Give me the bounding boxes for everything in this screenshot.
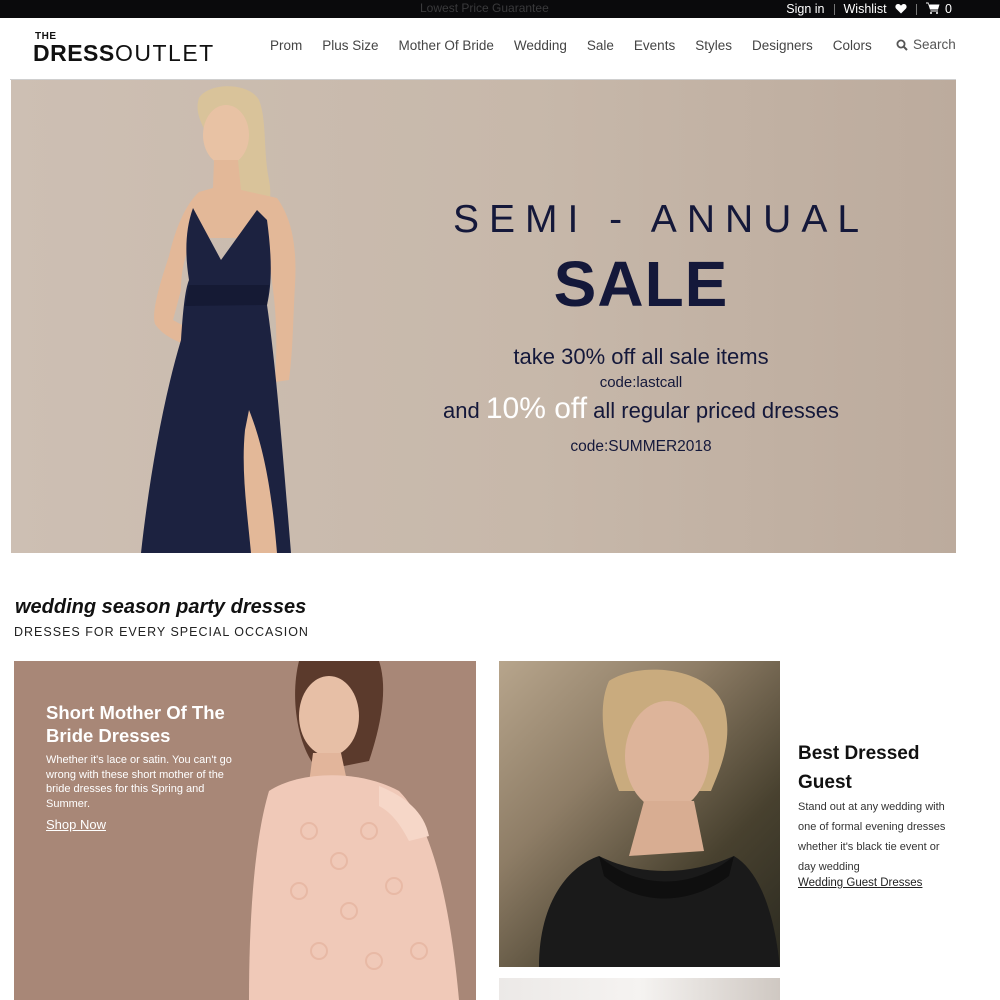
- wishlist-link[interactable]: Wishlist: [844, 2, 908, 16]
- search-button[interactable]: Search: [896, 37, 956, 52]
- hero-offer-2-post: all regular priced dresses: [587, 398, 839, 423]
- wishlist-label: Wishlist: [843, 2, 887, 16]
- logo-dress: DRESS: [33, 40, 115, 66]
- card1-shop-now-link[interactable]: Shop Now: [46, 817, 106, 832]
- top-bar: Lowest Price Guarantee Sign in Wishlist …: [0, 0, 1000, 18]
- nav-item-designers[interactable]: Designers: [752, 38, 813, 53]
- card1-title: Short Mother Of The Bride Dresses: [46, 702, 225, 746]
- nav-item-wedding[interactable]: Wedding: [514, 38, 567, 53]
- card2-wedding-guest-link[interactable]: Wedding Guest Dresses: [798, 877, 922, 889]
- main-nav: Prom Plus Size Mother Of Bride Wedding S…: [260, 38, 882, 53]
- nav-item-mother-of-bride[interactable]: Mother Of Bride: [399, 38, 494, 53]
- hero-model-image: [141, 86, 296, 553]
- hero-offer-2: and 10% off all regular priced dresses: [391, 392, 891, 426]
- logo-outlet: OUTLET: [115, 40, 215, 66]
- card1-description: Whether it's lace or satin. You can't go…: [46, 754, 232, 810]
- hero-banner[interactable]: SEMI - ANNUAL SALE take 30% off all sale…: [11, 80, 956, 553]
- site-logo[interactable]: THE DRESS OUTLET: [33, 31, 213, 71]
- section-title: wedding season party dresses: [15, 596, 307, 618]
- nav-item-events[interactable]: Events: [634, 38, 675, 53]
- cart-link[interactable]: 0: [926, 2, 952, 16]
- hero-code-2: code:SUMMER2018: [570, 438, 712, 455]
- hero-code-1: code:lastcall: [599, 374, 683, 391]
- nav-item-colors[interactable]: Colors: [833, 38, 872, 53]
- card-model-image: [249, 661, 459, 1000]
- nav-item-prom[interactable]: Prom: [270, 38, 302, 53]
- card2-title: Best Dressed Guest: [798, 743, 920, 793]
- next-card-image[interactable]: [499, 978, 780, 1000]
- sign-in-link[interactable]: Sign in: [786, 2, 824, 16]
- promo-card-mother-of-bride[interactable]: Short Mother Of The Bride Dresses Whethe…: [14, 661, 476, 1000]
- nav-item-sale[interactable]: Sale: [587, 38, 614, 53]
- cart-count: 0: [945, 2, 952, 16]
- guest-model-image: [539, 669, 780, 967]
- nav-item-plus-size[interactable]: Plus Size: [322, 38, 378, 53]
- site-header: THE DRESS OUTLET Prom Plus Size Mother O…: [0, 18, 1000, 80]
- hero-headline-semi-annual: SEMI - ANNUAL: [452, 198, 870, 241]
- hero-offer-2-highlight: 10% off: [485, 392, 588, 425]
- search-label: Search: [913, 37, 956, 52]
- nav-item-styles[interactable]: Styles: [695, 38, 732, 53]
- heart-icon: [895, 3, 907, 14]
- hero-headline-sale: SALE: [553, 248, 729, 320]
- promo-text: Lowest Price Guarantee: [420, 1, 549, 15]
- best-dressed-guest-image[interactable]: [499, 661, 780, 967]
- cart-icon: [926, 2, 940, 14]
- divider: [916, 3, 918, 15]
- section-subtitle: DRESSES FOR EVERY SPECIAL OCCASION: [14, 625, 309, 639]
- card2-description: Stand out at any wedding with one of for…: [798, 801, 946, 873]
- utility-links: Sign in Wishlist 0: [786, 0, 952, 18]
- hero-offer-2-pre: and: [443, 398, 486, 423]
- search-icon: [896, 39, 908, 51]
- hero-offer-1: take 30% off all sale items: [513, 344, 769, 369]
- divider: [833, 3, 835, 15]
